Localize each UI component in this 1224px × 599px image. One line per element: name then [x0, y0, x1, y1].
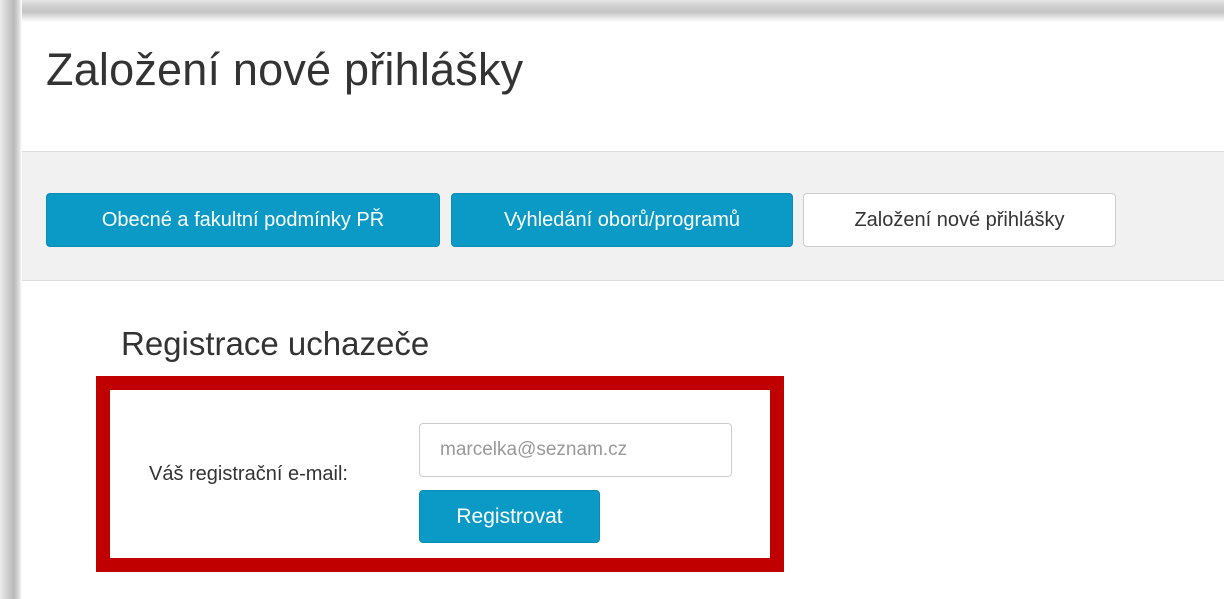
registration-title: Registrace uchazeče — [121, 325, 430, 362]
page-title: Založení nové přihlášky — [46, 44, 524, 95]
email-label: Váš registrační e-mail: — [149, 463, 348, 485]
nav-bar: Obecné a fakultní podmínky PŘ Vyhledání … — [22, 151, 1224, 281]
window-shadow-top — [0, 0, 1224, 22]
conditions-button[interactable]: Obecné a fakultní podmínky PŘ — [46, 193, 440, 247]
page: Založení nové přihlášky Obecné a fakultn… — [22, 22, 1224, 599]
new-application-button[interactable]: Založení nové přihlášky — [803, 193, 1116, 247]
program-search-button[interactable]: Vyhledání oborů/programů — [451, 193, 793, 247]
registration-form-highlight: Váš registrační e-mail: Registrovat — [96, 376, 784, 572]
email-input[interactable] — [419, 423, 732, 477]
window-shadow-left — [0, 0, 22, 599]
register-button[interactable]: Registrovat — [419, 490, 600, 543]
